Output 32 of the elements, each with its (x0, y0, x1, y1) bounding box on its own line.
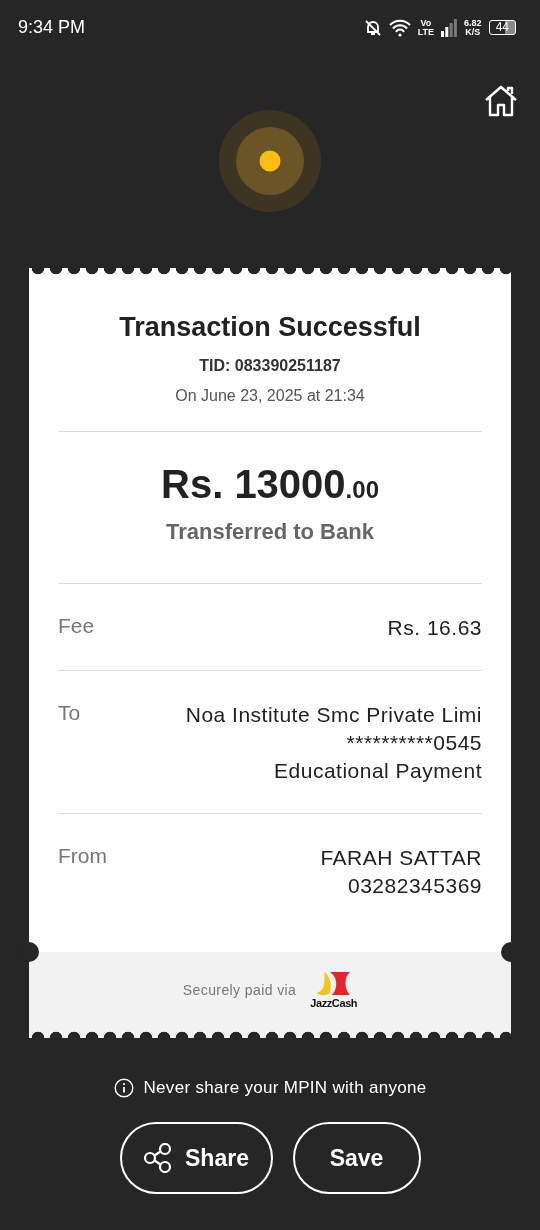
secure-payment-text: Securely paid via (182, 982, 297, 998)
share-icon (143, 1143, 174, 1173)
share-button[interactable]: Share (119, 1122, 273, 1194)
network-label: Vo LTE (417, 18, 435, 37)
status-time: 9:34 PM (18, 17, 86, 38)
detail-value: Educational Payment (274, 758, 482, 784)
receipt-title: Transaction Successful (119, 312, 421, 343)
amount: Rs. 13000 (161, 462, 346, 507)
amount-decimals: .00 (345, 476, 379, 504)
logo-text: JazzCash (310, 997, 358, 1009)
battery-indicator: 44 (488, 20, 516, 35)
detail-value: FARAH SATTAR (320, 845, 482, 871)
info-icon (113, 1078, 134, 1098)
home-icon[interactable] (484, 85, 518, 117)
detail-label: To (58, 701, 81, 726)
logo-icon (315, 971, 352, 997)
wifi-icon (388, 18, 411, 37)
signal-icon (441, 18, 458, 37)
detail-value: 03282345369 (348, 873, 482, 899)
network-speed: 6.82 K/S (464, 18, 482, 37)
success-dot-icon (219, 110, 321, 212)
detail-label: From (58, 844, 107, 869)
detail-value: **********0545 (346, 730, 482, 756)
detail-value: Noa Institute Smc Private Limi (185, 702, 482, 728)
transaction-id: TID: 083390251187 (199, 357, 341, 375)
transaction-date: On June 23, 2025 at 21:34 (175, 387, 365, 405)
detail-value: Rs. 16.63 (387, 615, 482, 641)
bell-off-icon (363, 18, 382, 37)
security-notice: Never share your MPIN with anyone (143, 1078, 427, 1098)
detail-label: Fee (58, 614, 95, 639)
save-button[interactable]: Save (292, 1122, 421, 1194)
transfer-type: Transferred to Bank (166, 519, 374, 545)
